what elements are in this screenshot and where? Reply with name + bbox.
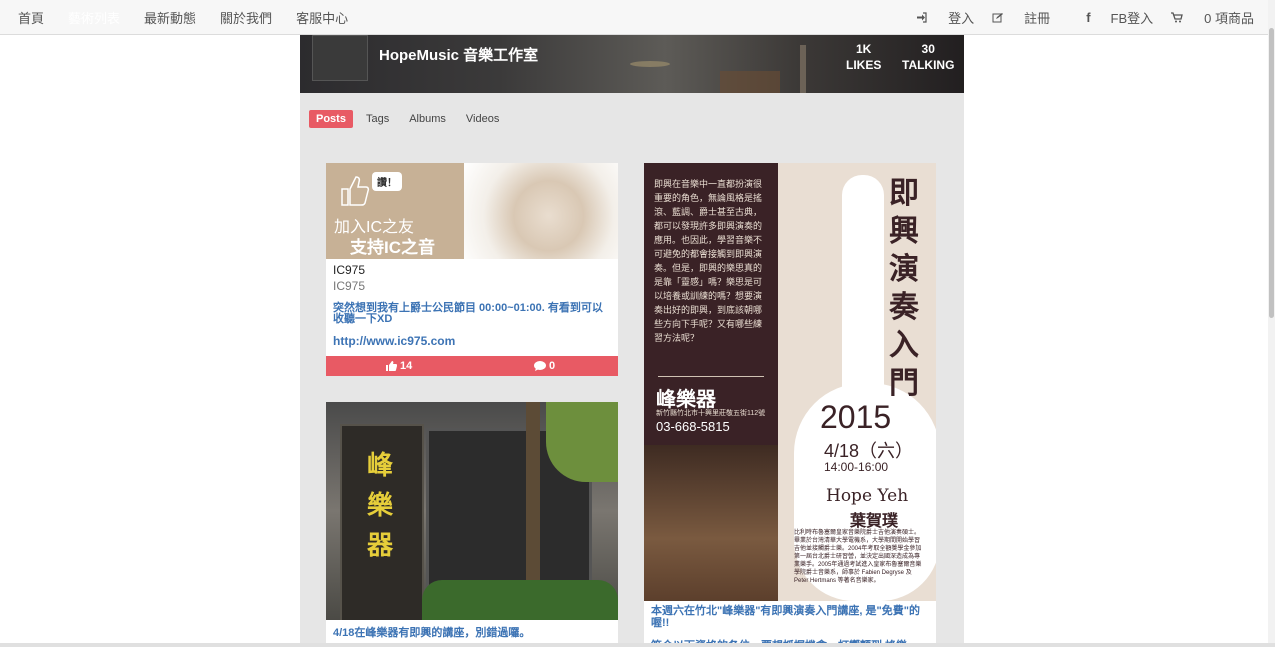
poster-address: 新竹縣竹北市十興里莊敬五街112號: [656, 410, 766, 417]
nav-left: 首頁 藝術列表 最新動態 關於我們 客服中心: [18, 0, 372, 34]
scrollbar-thumb[interactable]: [1269, 28, 1274, 318]
banner-bubble: 讚！: [372, 172, 402, 191]
post-image[interactable]: 即興在音樂中一直都扮演很重要的角色，無論風格是搖滾、藍調、爵士甚至古典，都可以發…: [644, 163, 936, 601]
post-card[interactable]: 讚！ 加入IC之友 支持IC之音 IC975 IC975 突然想到我有上爵士公民…: [326, 163, 618, 376]
cart-label: 0 項商品: [1204, 10, 1254, 26]
nav-right: 登入 註冊 f FB登入 0 項商品: [898, 0, 1254, 34]
fanpage-widget: HopeMusic 音樂工作室 1K LIKES 30 TALKING Post…: [300, 35, 964, 647]
post-card[interactable]: 峰樂器 4/18在峰樂器有即興的講座，別錯過囉。: [326, 402, 618, 647]
post-card[interactable]: 即興在音樂中一直都扮演很重要的角色，無論風格是搖滾、藍調、爵士甚至古典，都可以發…: [644, 163, 936, 647]
fb-login-link[interactable]: f FB登入: [1068, 8, 1153, 27]
post-likes[interactable]: 14: [386, 360, 412, 372]
sign-in-icon: [917, 11, 927, 23]
post-footer: 14 0: [326, 356, 618, 376]
fb-login-label: FB登入: [1110, 10, 1154, 26]
talking-stat: 30 TALKING: [902, 41, 954, 73]
likes-label: LIKES: [846, 58, 882, 72]
nav-news[interactable]: 最新動態: [144, 8, 196, 27]
post-comments-count: 0: [549, 360, 556, 372]
banner-line2: 支持IC之音: [350, 238, 435, 257]
top-navbar: 首頁 藝術列表 最新動態 關於我們 客服中心 登入 註冊 f FB登入 0 項商…: [0, 0, 1268, 35]
poster-bio: 比利時布魯塞爾皇家音樂院爵士吉他演奏碩士。畢業於台灣清華大學電機系，大學期間開始…: [794, 530, 922, 584]
page-avatar[interactable]: [312, 35, 368, 81]
login-link[interactable]: 登入: [916, 8, 974, 27]
talking-count: 30: [921, 42, 935, 56]
likes-count: 1K: [856, 42, 872, 56]
login-label: 登入: [948, 10, 975, 26]
post-link[interactable]: http://www.ic975.com: [333, 334, 455, 348]
post-author[interactable]: IC975: [333, 263, 365, 277]
tab-albums[interactable]: Albums: [402, 110, 453, 128]
content-tabs: Posts Tags Albums Videos: [309, 110, 512, 128]
poster-phone: 03-668-5815: [656, 419, 730, 434]
thumbs-up-icon: [341, 176, 370, 206]
bottom-bar: [0, 643, 1275, 647]
edit-icon: [992, 12, 1004, 22]
tab-videos[interactable]: Videos: [459, 110, 506, 128]
poster-year: 2015: [820, 399, 892, 435]
post-subtitle: IC975: [333, 279, 366, 293]
likes-stat: 1K LIKES: [846, 41, 881, 73]
nav-home[interactable]: 首頁: [18, 8, 44, 27]
cart-link[interactable]: 0 項商品: [1171, 8, 1254, 27]
comment-icon: [534, 361, 546, 371]
poster-time: 14:00-16:00: [824, 460, 889, 474]
nav-art-list[interactable]: 藝術列表: [68, 8, 120, 27]
store-sign: 峰樂器: [366, 451, 393, 561]
poster-teacher-zh: 葉賀璞: [850, 513, 899, 530]
post-message: 4/18在峰樂器有即興的講座，別錯過囉。: [333, 627, 531, 639]
poster-teacher-en: Hope Yeh: [826, 486, 909, 506]
register-link[interactable]: 註冊: [992, 8, 1050, 27]
poster-intro: 即興在音樂中一直都扮演很重要的角色，無論風格是搖滾、藍調、爵士甚至古典，都可以發…: [654, 179, 763, 343]
post-likes-count: 14: [400, 360, 413, 372]
register-label: 註冊: [1024, 10, 1051, 26]
post-comments[interactable]: 0: [534, 360, 555, 372]
post-message: 突然想到我有上爵士公民節目 00:00~01:00. 有看到可以收聽一下XD: [333, 302, 603, 325]
page-name[interactable]: HopeMusic 音樂工作室: [379, 44, 538, 65]
talking-label: TALKING: [902, 58, 955, 72]
tab-posts[interactable]: Posts: [309, 110, 353, 128]
post-message: 本週六在竹北"峰樂器"有即興演奏入門講座, 是"免費"的喔!!: [651, 605, 920, 629]
post-image[interactable]: 讚！ 加入IC之友 支持IC之音: [326, 163, 618, 259]
post-image[interactable]: 峰樂器: [326, 402, 618, 620]
tab-tags[interactable]: Tags: [359, 110, 396, 128]
guitar-illustration: [842, 175, 884, 405]
facebook-icon: f: [1086, 9, 1091, 25]
thumbs-up-icon: [386, 361, 397, 371]
page-cover: HopeMusic 音樂工作室 1K LIKES 30 TALKING: [300, 35, 964, 93]
poster-title: 即興演奏入門: [889, 176, 919, 401]
nav-support[interactable]: 客服中心: [296, 8, 348, 27]
scrollbar[interactable]: [1268, 0, 1275, 647]
cart-icon: [1171, 11, 1183, 22]
nav-about[interactable]: 關於我們: [220, 8, 272, 27]
guitarist-photo: [644, 445, 778, 601]
